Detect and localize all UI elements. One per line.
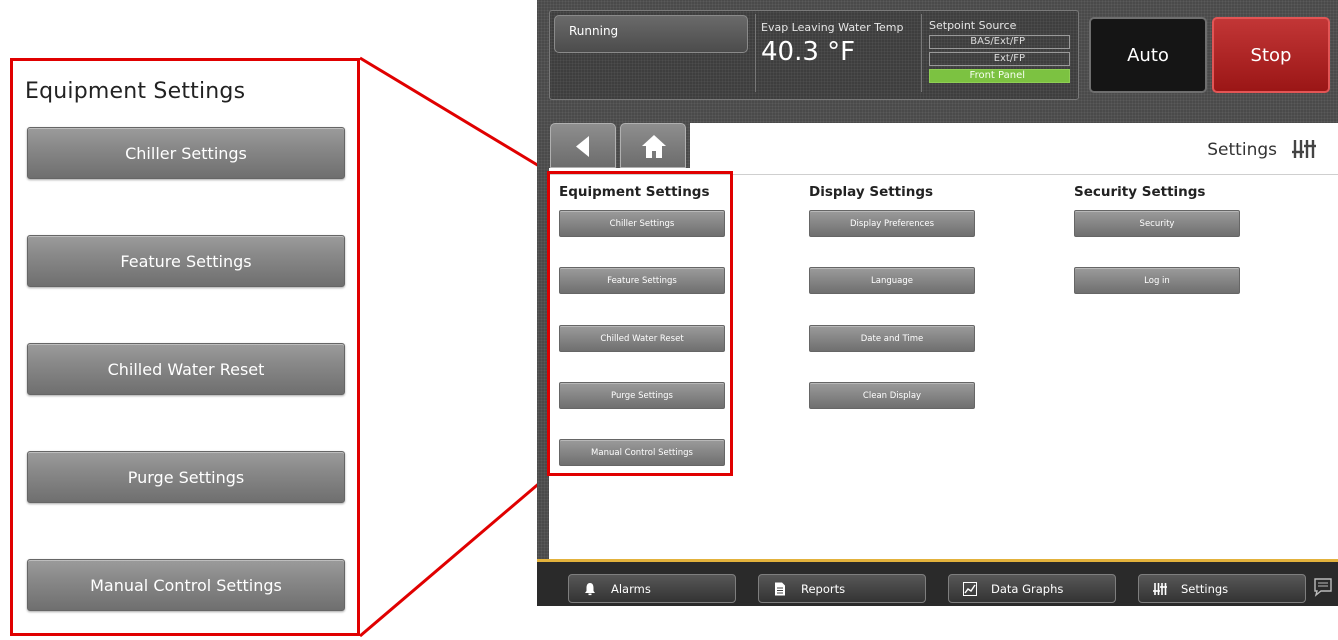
setpoint-option-ext-fp[interactable]: Ext/FP — [929, 52, 1070, 66]
sliders-icon — [1153, 582, 1167, 595]
date-and-time-button[interactable]: Date and Time — [809, 325, 975, 352]
bottom-tab-bar: Alarms Reports Data Graphs Settings — [537, 559, 1338, 606]
tab-settings-label: Settings — [1181, 581, 1229, 596]
zoom-feature-settings-button[interactable]: Feature Settings — [27, 235, 345, 287]
clean-display-button[interactable]: Clean Display — [809, 382, 975, 409]
page-title: Settings — [1207, 140, 1277, 160]
bell-icon — [585, 582, 595, 595]
graph-icon — [963, 581, 977, 596]
zoom-chiller-settings-button[interactable]: Chiller Settings — [27, 127, 345, 179]
equipment-settings-highlight — [547, 171, 733, 476]
tab-settings[interactable]: Settings — [1138, 574, 1306, 603]
zoom-panel-title: Equipment Settings — [25, 79, 246, 104]
tab-alarms[interactable]: Alarms — [568, 574, 736, 603]
zoom-callout-panel: Equipment Settings Chiller Settings Feat… — [10, 58, 360, 636]
running-status[interactable]: Running — [554, 15, 748, 53]
screenshot-root: Equipment Settings Chiller Settings Feat… — [0, 0, 1338, 640]
security-settings-heading: Security Settings — [1074, 184, 1206, 200]
tab-data-graphs-label: Data Graphs — [991, 581, 1064, 596]
evap-temp-value: 40.3 °F — [761, 37, 856, 67]
document-icon — [775, 582, 785, 595]
evap-temp-label: Evap Leaving Water Temp — [761, 21, 904, 34]
security-button[interactable]: Security — [1074, 210, 1240, 237]
status-divider — [921, 14, 922, 92]
log-in-button[interactable]: Log in — [1074, 267, 1240, 294]
setpoint-source-label: Setpoint Source — [929, 19, 1017, 32]
tab-data-graphs[interactable]: Data Graphs — [948, 574, 1116, 603]
stop-button[interactable]: Stop — [1212, 17, 1330, 93]
connector-line-bottom — [359, 473, 550, 638]
zoom-purge-settings-button[interactable]: Purge Settings — [27, 451, 345, 503]
chat-bubble-icon[interactable] — [1312, 576, 1334, 598]
setpoint-option-front-panel[interactable]: Front Panel — [929, 69, 1070, 83]
zoom-manual-control-settings-button[interactable]: Manual Control Settings — [27, 559, 345, 611]
status-divider — [755, 14, 756, 92]
display-preferences-button[interactable]: Display Preferences — [809, 210, 975, 237]
connector-line-top — [359, 56, 550, 174]
home-button[interactable] — [620, 123, 686, 168]
back-arrow-icon — [576, 136, 589, 157]
tab-reports-label: Reports — [801, 581, 846, 596]
home-icon — [642, 135, 666, 158]
auto-button[interactable]: Auto — [1089, 17, 1207, 93]
tab-alarms-label: Alarms — [611, 581, 651, 596]
setpoint-option-bas-ext-fp[interactable]: BAS/Ext/FP — [929, 35, 1070, 49]
display-settings-heading: Display Settings — [809, 184, 934, 200]
zoom-chilled-water-reset-button[interactable]: Chilled Water Reset — [27, 343, 345, 395]
tab-reports[interactable]: Reports — [758, 574, 926, 603]
sliders-icon — [1292, 140, 1316, 158]
language-button[interactable]: Language — [809, 267, 975, 294]
back-button[interactable] — [550, 123, 616, 168]
